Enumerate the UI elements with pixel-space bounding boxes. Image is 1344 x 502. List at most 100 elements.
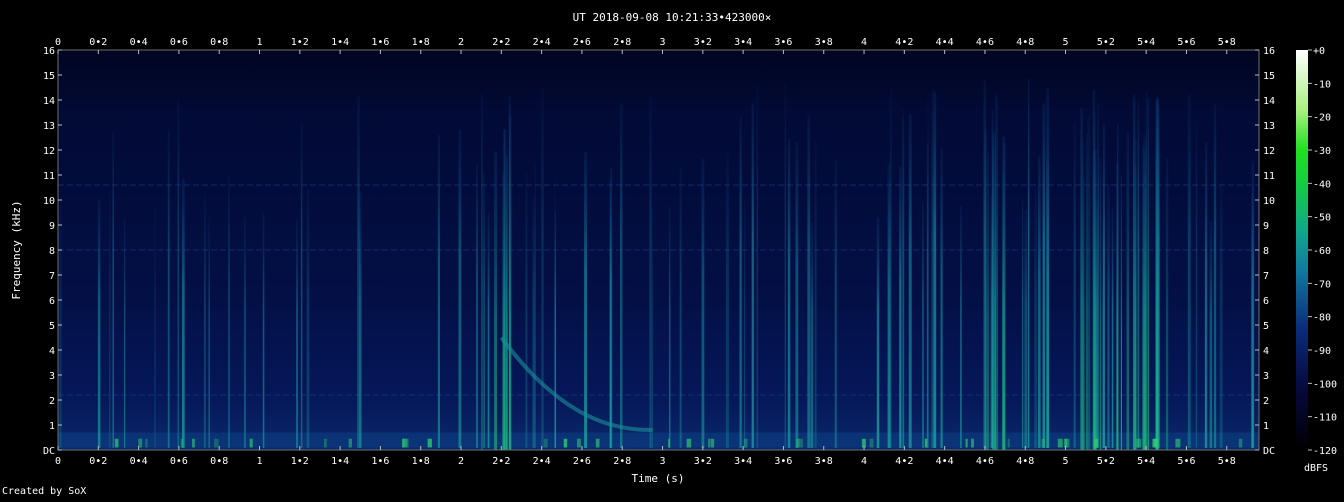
x-tick-label-top: 4•2 [895, 37, 913, 48]
energy-burst [1003, 142, 1006, 450]
energy-burst [1080, 108, 1083, 450]
x-tick-label-bottom: 5•4 [1137, 456, 1155, 467]
x-tick-label-bottom: 5•8 [1218, 456, 1236, 467]
colorbar-tick-label: -110 [1313, 413, 1337, 424]
colorbar-tick-label: -120 [1313, 446, 1337, 457]
x-tick-label-top: 1 [256, 37, 262, 48]
transient-stripe [243, 217, 246, 448]
x-tick-label-top: 1•2 [291, 37, 309, 48]
plot-area [57, 49, 1260, 451]
transient-stripe [306, 189, 310, 448]
x-tick-label-bottom: 0•2 [89, 456, 107, 467]
colorbar-tick-label: -40 [1313, 179, 1331, 190]
transient-stripe [620, 103, 623, 448]
y-tick-label-right: 16 [1263, 46, 1275, 57]
transient-stripe [701, 158, 705, 448]
colorbar-gradient [1296, 50, 1308, 450]
x-tick-label-bottom: 3 [660, 456, 666, 467]
x-tick-label-bottom: 2•8 [613, 456, 631, 467]
transient-stripe [807, 114, 811, 449]
x-tick-label-top: 1•6 [371, 37, 389, 48]
transient-stripe [112, 133, 114, 449]
colorbar-tick-label: -60 [1313, 246, 1331, 257]
transient-stripe [208, 217, 210, 448]
transient-stripe [167, 129, 170, 448]
x-tick-label-top: 2•2 [492, 37, 510, 48]
y-tick-label-right: 5 [1263, 321, 1269, 332]
transient-stripe [1022, 199, 1024, 448]
x-tick-label-top: 2•6 [573, 37, 591, 48]
x-tick-label-top: 4 [861, 37, 867, 48]
dc-energy-spot [348, 438, 352, 448]
energy-burst [1135, 139, 1137, 450]
x-tick-label-bottom: 4•2 [895, 456, 913, 467]
y-tick-label-left: 1 [49, 421, 55, 432]
transient-stripe [926, 142, 929, 448]
colorbar-tick-label: -80 [1313, 313, 1331, 324]
colorbar-tick-label: -10 [1313, 79, 1331, 90]
transient-stripe [1251, 194, 1254, 448]
y-tick-label-left: 16 [43, 46, 55, 57]
y-tick-label-right: 9 [1263, 221, 1269, 232]
transient-stripe [931, 88, 935, 448]
transient-stripe [475, 163, 478, 448]
colorbar: +0 -10 -20 -30 -40 -50 -60 -70 -80 -90 -100 -110 -12… [1296, 46, 1337, 474]
dc-energy-spot [965, 438, 968, 448]
dc-energy-spot [563, 438, 568, 448]
x-tick-label-bottom: 1•6 [371, 456, 389, 467]
x-tick-label-top: 5•2 [1097, 37, 1115, 48]
chart-title: UT 2018-09-08 10:21:33•423000× [573, 11, 772, 24]
transient-stripe [756, 82, 759, 449]
dc-energy-spot [667, 438, 671, 448]
y-tick-label-left: 2 [49, 396, 55, 407]
transient-stripe [97, 199, 101, 448]
energy-burst [987, 152, 989, 450]
y-tick-label-left: 3 [49, 371, 55, 382]
transient-stripe [888, 182, 891, 448]
x-tick-label-bottom: 5•2 [1097, 456, 1115, 467]
transient-stripe [1024, 209, 1028, 448]
dc-energy-spot [1154, 438, 1159, 448]
dc-energy-spot [1067, 438, 1070, 448]
dc-energy-spot [323, 438, 327, 448]
transient-stripe [525, 172, 528, 448]
colorbar-tick-label: -70 [1313, 279, 1331, 290]
colorbar-tick-label: -100 [1313, 379, 1337, 390]
low-frequency-band [58, 432, 1259, 448]
x-tick-label-top: 1•4 [331, 37, 349, 48]
transient-stripe [262, 213, 265, 448]
x-tick-label-top: 5 [1063, 37, 1069, 48]
transient-stripe [649, 94, 652, 448]
transient-stripe [679, 167, 682, 448]
dc-energy-spot [249, 438, 253, 448]
x-tick-label-bottom: 0 [55, 456, 61, 467]
dc-energy-spot [1057, 438, 1063, 448]
energy-burst [1087, 115, 1091, 450]
transient-stripe [296, 220, 299, 448]
y-tick-label-right: 2 [1263, 396, 1269, 407]
credit-text: Created by SoX [2, 486, 86, 497]
dc-energy-spot [971, 438, 974, 448]
energy-burst [1086, 133, 1088, 450]
transient-stripe [228, 176, 230, 448]
energy-burst [494, 151, 497, 450]
energy-burst [1145, 92, 1148, 451]
transient-stripe [554, 211, 557, 448]
x-tick-label-bottom: 1•2 [291, 456, 309, 467]
transient-stripe [458, 129, 462, 449]
y-tick-label-left: 7 [49, 271, 55, 282]
transient-stripe [902, 109, 905, 449]
transient-stripe [651, 206, 653, 448]
dc-energy-spot [406, 438, 409, 448]
x-tick-label-top: 3•8 [815, 37, 833, 48]
x-tick-label-bottom: 5 [1063, 456, 1069, 467]
transient-stripe [1034, 189, 1038, 448]
dc-energy-spot [708, 438, 711, 448]
transient-stripe [487, 213, 490, 448]
y-tick-label-right: 12 [1263, 146, 1275, 157]
x-tick-label-bottom: 3•2 [694, 456, 712, 467]
energy-burst [508, 95, 511, 450]
y-tick-label-right: 3 [1263, 371, 1269, 382]
x-tick-label-bottom: 1•4 [331, 456, 349, 467]
y-tick-label-left: 5 [49, 321, 55, 332]
